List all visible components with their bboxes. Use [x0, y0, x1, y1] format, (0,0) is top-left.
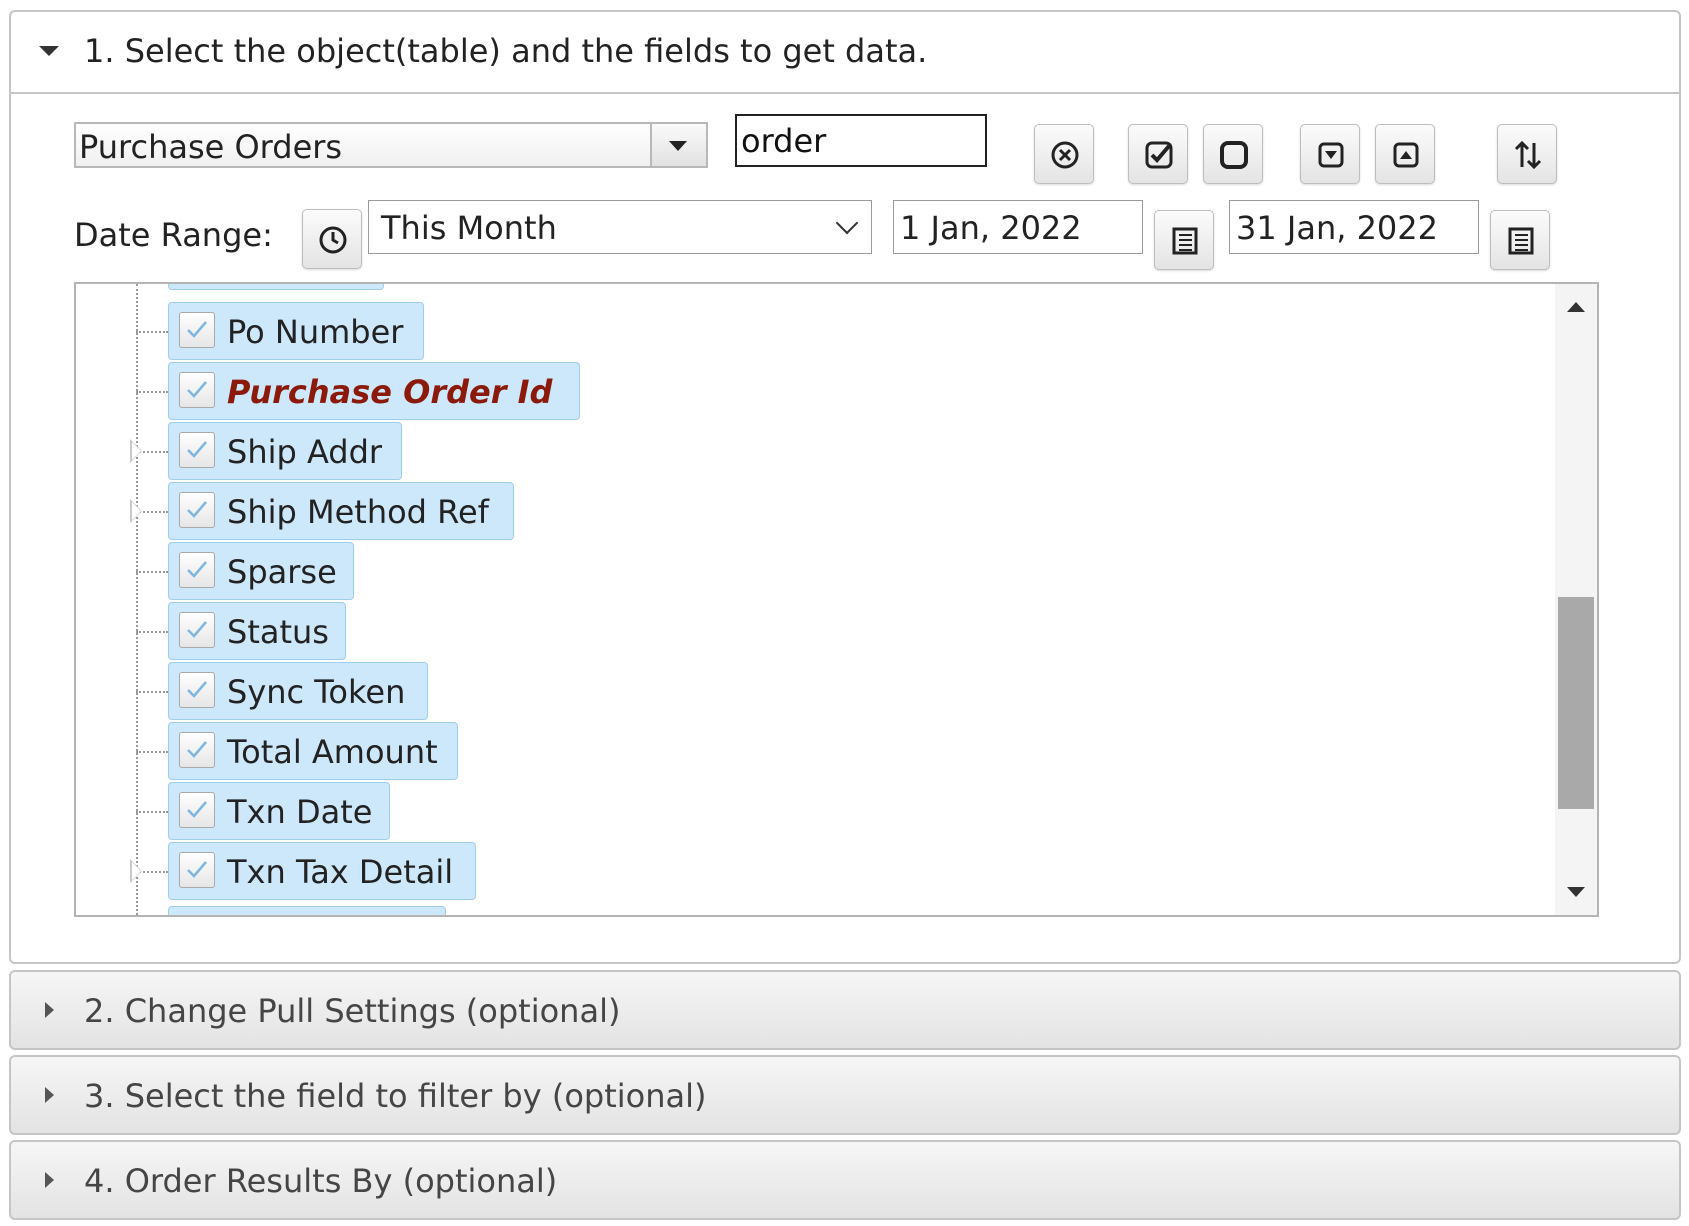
- clear-search-button[interactable]: [1034, 124, 1094, 184]
- caret-down-icon: [39, 46, 59, 56]
- check-all-button[interactable]: [1128, 124, 1188, 184]
- caret-right-icon: [45, 1002, 54, 1018]
- calendar-icon: [1172, 227, 1198, 255]
- end-date-input[interactable]: 31 Jan, 2022: [1229, 200, 1479, 254]
- field-label: Txn Tax Detail: [227, 853, 454, 891]
- expand-all-button[interactable]: [1375, 124, 1435, 184]
- clock-icon: [319, 226, 347, 254]
- field-checkbox[interactable]: [179, 432, 215, 468]
- expand-all-icon: [1393, 142, 1419, 168]
- field-chip[interactable]: Txn Date: [168, 782, 390, 840]
- partial-tree-node: [168, 284, 384, 290]
- tree-guide-line: [136, 284, 138, 915]
- object-select-value: Purchase Orders: [79, 128, 343, 166]
- check-icon: [187, 321, 207, 338]
- tree-connector: [136, 751, 168, 753]
- field-checkbox[interactable]: [179, 552, 215, 588]
- section-2-title: 2. Change Pull Settings (optional): [84, 992, 621, 1030]
- section-pull-settings[interactable]: 2. Change Pull Settings (optional): [9, 970, 1681, 1050]
- tree-connector: [136, 331, 168, 333]
- check-icon: [187, 621, 207, 638]
- caret-right-icon: [45, 1087, 54, 1103]
- field-tree[interactable]: Po Number Purchase Order Id Ship Addr Ship …: [74, 282, 1599, 917]
- calendar-icon: [1508, 227, 1534, 255]
- expand-node-icon[interactable]: [130, 439, 142, 463]
- field-label: Total Amount: [227, 733, 438, 771]
- check-all-icon: [1145, 141, 1173, 169]
- field-label: Txn Date: [227, 793, 373, 831]
- section-4-title: 4. Order Results By (optional): [84, 1162, 558, 1200]
- partial-tree-node: [168, 906, 446, 915]
- collapse-all-button[interactable]: [1300, 124, 1360, 184]
- field-label: Purchase Order Id: [227, 373, 553, 411]
- field-label: Sparse: [227, 553, 337, 591]
- check-icon: [187, 441, 207, 458]
- field-search-input[interactable]: [735, 114, 987, 167]
- tree-scrollbar[interactable]: [1555, 284, 1597, 915]
- scroll-up-icon[interactable]: [1567, 302, 1585, 312]
- section-filter-field[interactable]: 3. Select the field to filter by (option…: [9, 1055, 1681, 1135]
- section-3-title: 3. Select the field to filter by (option…: [84, 1077, 707, 1115]
- field-label: Sync Token: [227, 673, 406, 711]
- section-1-header[interactable]: 1. Select the object(table) and the fiel…: [11, 12, 1679, 94]
- start-date-input[interactable]: 1 Jan, 2022: [893, 200, 1143, 254]
- field-checkbox[interactable]: [179, 732, 215, 768]
- check-icon: [187, 861, 207, 878]
- date-preset-select[interactable]: This Month: [368, 200, 872, 254]
- field-checkbox[interactable]: [179, 312, 215, 348]
- object-select[interactable]: Purchase Orders: [74, 122, 708, 168]
- tree-connector: [136, 691, 168, 693]
- clear-search-icon: [1051, 141, 1079, 169]
- check-icon: [187, 681, 207, 698]
- tree-connector: [136, 631, 168, 633]
- field-chip[interactable]: Ship Method Ref: [168, 482, 514, 540]
- check-icon: [187, 741, 207, 758]
- end-date-calendar-button[interactable]: [1490, 210, 1550, 270]
- field-chip[interactable]: Po Number: [168, 302, 424, 360]
- sort-icon: [1514, 140, 1542, 170]
- field-label: Ship Addr: [227, 433, 383, 471]
- caret-right-icon: [45, 1172, 54, 1188]
- date-history-button[interactable]: [302, 209, 362, 269]
- field-checkbox[interactable]: [179, 672, 215, 708]
- check-icon: [187, 561, 207, 578]
- field-label: Status: [227, 613, 329, 651]
- check-icon: [187, 501, 207, 518]
- tree-connector: [136, 811, 168, 813]
- chevron-down-icon: [835, 211, 859, 235]
- date-range-label: Date Range:: [74, 216, 273, 254]
- expand-node-icon[interactable]: [130, 499, 142, 523]
- field-checkbox[interactable]: [179, 372, 215, 408]
- field-checkbox[interactable]: [179, 492, 215, 528]
- section-order-results[interactable]: 4. Order Results By (optional): [9, 1140, 1681, 1220]
- dropdown-arrow-icon[interactable]: [650, 124, 706, 166]
- field-label: Po Number: [227, 313, 404, 351]
- field-checkbox[interactable]: [179, 852, 215, 888]
- field-chip[interactable]: Txn Tax Detail: [168, 842, 476, 900]
- expand-node-icon[interactable]: [130, 859, 142, 883]
- field-chip[interactable]: Sync Token: [168, 662, 428, 720]
- field-chip[interactable]: Ship Addr: [168, 422, 402, 480]
- field-chip[interactable]: Total Amount: [168, 722, 458, 780]
- scroll-thumb[interactable]: [1558, 597, 1594, 809]
- field-chip[interactable]: Sparse: [168, 542, 354, 600]
- collapse-all-icon: [1318, 142, 1344, 168]
- tree-connector: [136, 571, 168, 573]
- uncheck-all-icon: [1220, 141, 1248, 169]
- scroll-down-icon[interactable]: [1567, 887, 1585, 897]
- field-checkbox[interactable]: [179, 612, 215, 648]
- check-icon: [187, 801, 207, 818]
- field-checkbox[interactable]: [179, 792, 215, 828]
- tree-connector: [136, 391, 168, 393]
- field-label: Ship Method Ref: [227, 493, 489, 531]
- section-1-title: 1. Select the object(table) and the fiel…: [84, 32, 928, 70]
- date-preset-value: This Month: [381, 209, 557, 247]
- sort-button[interactable]: [1497, 124, 1557, 184]
- field-chip[interactable]: Purchase Order Id: [168, 362, 580, 420]
- field-chip[interactable]: Status: [168, 602, 346, 660]
- start-date-calendar-button[interactable]: [1154, 210, 1214, 270]
- check-icon: [187, 381, 207, 398]
- uncheck-all-button[interactable]: [1203, 124, 1263, 184]
